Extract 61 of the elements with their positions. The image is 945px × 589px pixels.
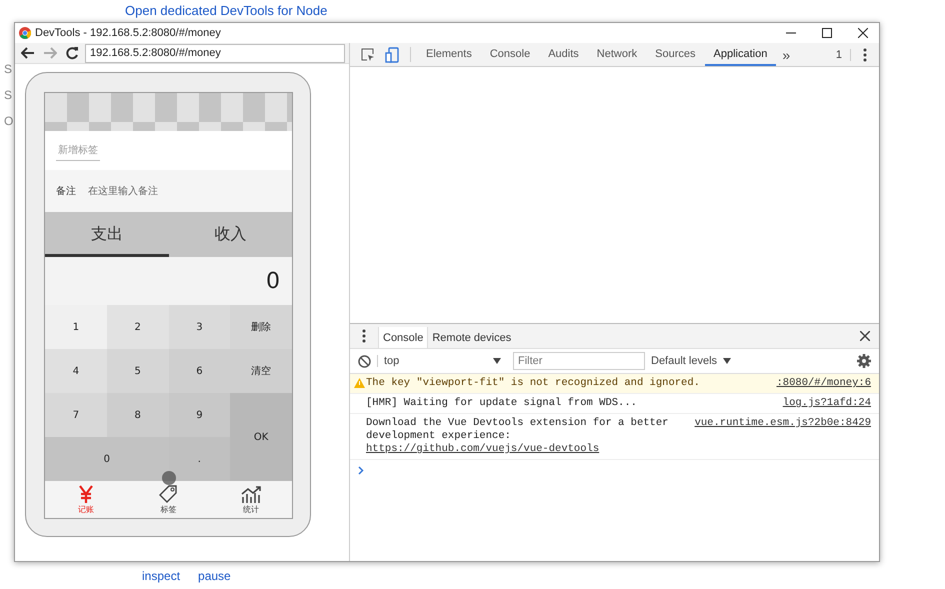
keypad-key[interactable]: 7 bbox=[45, 393, 107, 437]
keypad-key[interactable]: 6 bbox=[168, 349, 230, 393]
keypad-key[interactable]: 3 bbox=[168, 305, 230, 349]
context-select[interactable]: top bbox=[377, 355, 507, 367]
bar-chart-icon bbox=[240, 484, 262, 502]
filter-field[interactable]: Filter bbox=[513, 352, 645, 370]
browser-logo-icon bbox=[19, 27, 31, 39]
issue-count: 1 bbox=[836, 48, 851, 60]
keypad-key[interactable]: OK bbox=[230, 393, 292, 481]
settings-icon[interactable] bbox=[857, 354, 871, 368]
maximize-icon bbox=[822, 28, 832, 38]
caret-icon bbox=[493, 358, 501, 364]
keypad-key[interactable]: 清空 bbox=[230, 349, 292, 393]
message-link[interactable]: https://github.com/vuejs/vue-devtools bbox=[366, 443, 687, 456]
panel-tab[interactable]: Network bbox=[588, 43, 646, 66]
source-link[interactable]: vue.runtime.esm.js?2b0e:8429 bbox=[694, 417, 871, 456]
close-icon bbox=[858, 28, 868, 38]
clear-console-icon[interactable] bbox=[358, 354, 371, 368]
warning-icon bbox=[354, 378, 365, 388]
panel-tab[interactable]: Console bbox=[480, 43, 540, 66]
dropdown-caret-icon bbox=[723, 358, 732, 364]
keypad-key[interactable]: . bbox=[168, 437, 230, 481]
message-text: Download the Vue Devtools extension for a better development experience: bbox=[366, 417, 670, 443]
keypad-key[interactable]: 0 bbox=[45, 437, 168, 481]
panel-tab[interactable]: Application bbox=[704, 43, 776, 66]
keypad-key[interactable]: 5 bbox=[106, 349, 168, 393]
keypad-key[interactable]: 1 bbox=[45, 305, 107, 349]
action-link[interactable]: pause bbox=[198, 569, 231, 583]
drawer-tab[interactable]: Remote devices bbox=[428, 327, 516, 348]
panel-tab[interactable]: Sources bbox=[646, 43, 704, 66]
sidebar-text: S bbox=[4, 62, 14, 76]
note-field[interactable]: 在这里输入备注 bbox=[86, 184, 292, 198]
message-text: The key "viewport-fit" is not recognized and ignored. bbox=[366, 377, 701, 390]
note-label: 备注 bbox=[56, 184, 76, 198]
prompt-icon bbox=[358, 466, 364, 475]
devtools-node-link[interactable]: Open dedicated DevTools for Node bbox=[125, 3, 328, 18]
keypad-key[interactable]: 8 bbox=[106, 393, 168, 437]
window-title: DevTools - 192.168.5.2:8080/#/money bbox=[35, 27, 222, 39]
action-link[interactable]: inspect bbox=[142, 569, 180, 583]
yen-icon bbox=[78, 484, 94, 502]
tab-bar-item[interactable]: 记账 bbox=[45, 481, 128, 518]
source-link[interactable]: log.js?1afd:24 bbox=[782, 397, 871, 410]
tag-icon bbox=[158, 484, 178, 502]
panel-tab[interactable]: Audits bbox=[539, 43, 588, 66]
address-field[interactable]: 192.168.5.2:8080/#/money bbox=[85, 44, 345, 62]
keypad-key[interactable]: 删除 bbox=[230, 305, 292, 349]
keypad-key[interactable]: 4 bbox=[45, 349, 107, 393]
levels-dropdown[interactable]: Default levels bbox=[651, 355, 718, 367]
amount-display: 0 bbox=[266, 268, 280, 294]
message-text: [HMR] Waiting for update signal from WDS... bbox=[366, 397, 638, 410]
sidebar-text: S bbox=[4, 88, 14, 102]
keypad-key[interactable]: 9 bbox=[168, 393, 230, 437]
drawer-tab[interactable]: Console bbox=[378, 327, 428, 348]
sidebar-text: O bbox=[4, 114, 14, 128]
tab-bar-item[interactable]: 统计 bbox=[210, 481, 292, 518]
source-link[interactable]: :8080/#/money:6 bbox=[776, 377, 871, 390]
tab-bar-item[interactable]: 标签 bbox=[127, 481, 210, 518]
keypad-key[interactable]: 2 bbox=[106, 305, 168, 349]
panel-tab[interactable]: Elements bbox=[417, 43, 481, 66]
more-tabs-button[interactable]: » bbox=[776, 43, 796, 66]
type-tab[interactable]: 收入 bbox=[168, 212, 292, 257]
